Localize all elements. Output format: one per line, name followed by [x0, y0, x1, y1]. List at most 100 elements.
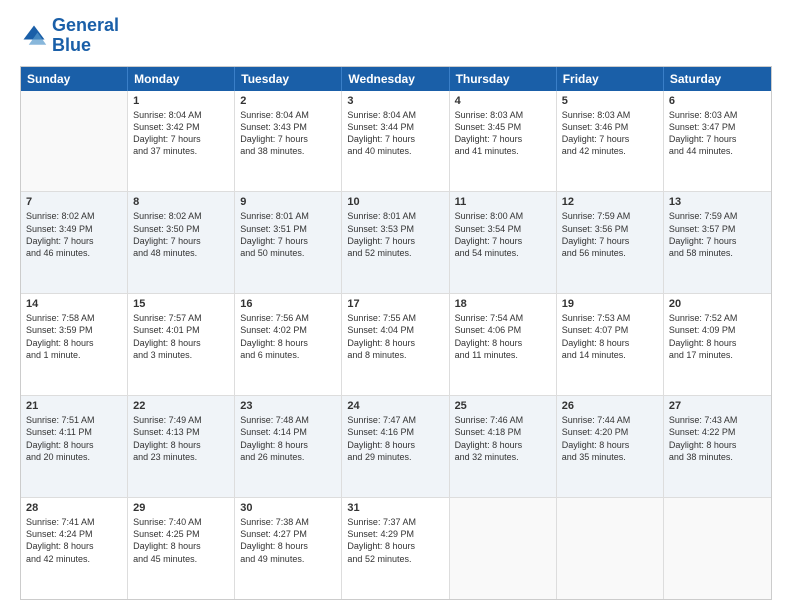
- cal-cell: 2Sunrise: 8:04 AMSunset: 3:43 PMDaylight…: [235, 91, 342, 192]
- cal-cell: 5Sunrise: 8:03 AMSunset: 3:46 PMDaylight…: [557, 91, 664, 192]
- cell-line: Daylight: 8 hours: [669, 337, 766, 349]
- cell-line: and 58 minutes.: [669, 247, 766, 259]
- cell-line: Sunrise: 7:53 AM: [562, 312, 658, 324]
- cell-line: and 42 minutes.: [562, 145, 658, 157]
- cell-line: and 1 minute.: [26, 349, 122, 361]
- day-number: 22: [133, 400, 229, 412]
- cell-line: and 48 minutes.: [133, 247, 229, 259]
- cal-cell: [450, 498, 557, 599]
- cell-line: Daylight: 8 hours: [240, 337, 336, 349]
- cell-line: Daylight: 7 hours: [347, 235, 443, 247]
- day-number: 24: [347, 400, 443, 412]
- cal-header-monday: Monday: [128, 67, 235, 91]
- day-number: 11: [455, 196, 551, 208]
- cell-line: Sunrise: 7:38 AM: [240, 516, 336, 528]
- cell-line: and 6 minutes.: [240, 349, 336, 361]
- logo-text: General Blue: [52, 16, 119, 56]
- cell-line: Daylight: 8 hours: [133, 337, 229, 349]
- day-number: 5: [562, 95, 658, 107]
- cell-line: Sunset: 4:24 PM: [26, 528, 122, 540]
- day-number: 12: [562, 196, 658, 208]
- cell-line: Sunrise: 7:54 AM: [455, 312, 551, 324]
- cell-line: Daylight: 8 hours: [26, 439, 122, 451]
- day-number: 28: [26, 502, 122, 514]
- cell-line: and 14 minutes.: [562, 349, 658, 361]
- cell-line: and 11 minutes.: [455, 349, 551, 361]
- cell-line: Sunrise: 7:57 AM: [133, 312, 229, 324]
- day-number: 4: [455, 95, 551, 107]
- day-number: 29: [133, 502, 229, 514]
- cell-line: Sunset: 3:53 PM: [347, 223, 443, 235]
- cal-cell: 11 Sunrise: 8:00 AMSunset: 3:54 PMDayligh…: [450, 192, 557, 293]
- cal-row-2: 14Sunrise: 7:58 AMSunset: 3:59 PMDayligh…: [21, 294, 771, 396]
- cell-line: Sunrise: 8:03 AM: [562, 109, 658, 121]
- cell-line: and 38 minutes.: [240, 145, 336, 157]
- cell-line: Sunrise: 8:00 AM: [455, 210, 551, 222]
- cell-line: and 45 minutes.: [133, 553, 229, 565]
- cal-cell: 27Sunrise: 7:43 AMSunset: 4:22 PMDayligh…: [664, 396, 771, 497]
- cell-line: Sunrise: 8:03 AM: [455, 109, 551, 121]
- cell-line: Daylight: 8 hours: [455, 337, 551, 349]
- cell-line: Sunset: 4:18 PM: [455, 426, 551, 438]
- cell-line: Sunrise: 7:41 AM: [26, 516, 122, 528]
- cell-line: Sunrise: 7:43 AM: [669, 414, 766, 426]
- cell-line: and 23 minutes.: [133, 451, 229, 463]
- cell-line: Daylight: 8 hours: [562, 439, 658, 451]
- calendar-body: 1Sunrise: 8:04 AMSunset: 3:42 PMDaylight…: [21, 91, 771, 599]
- cell-line: Daylight: 8 hours: [562, 337, 658, 349]
- cell-line: Sunrise: 7:59 AM: [669, 210, 766, 222]
- cell-line: Sunrise: 8:01 AM: [240, 210, 336, 222]
- cell-line: and 17 minutes.: [669, 349, 766, 361]
- cal-cell: 30Sunrise: 7:38 AMSunset: 4:27 PMDayligh…: [235, 498, 342, 599]
- day-number: 7: [26, 196, 122, 208]
- calendar-header-row: SundayMondayTuesdayWednesdayThursdayFrid…: [21, 67, 771, 91]
- day-number: 31: [347, 502, 443, 514]
- cell-line: Sunset: 4:07 PM: [562, 324, 658, 336]
- cell-line: Sunrise: 7:46 AM: [455, 414, 551, 426]
- cal-cell: 6Sunrise: 8:03 AMSunset: 3:47 PMDaylight…: [664, 91, 771, 192]
- cell-line: and 54 minutes.: [455, 247, 551, 259]
- cell-line: Daylight: 8 hours: [669, 439, 766, 451]
- cal-cell: 8Sunrise: 8:02 AMSunset: 3:50 PMDaylight…: [128, 192, 235, 293]
- cell-line: and 40 minutes.: [347, 145, 443, 157]
- cell-line: and 52 minutes.: [347, 247, 443, 259]
- cell-line: Sunset: 3:54 PM: [455, 223, 551, 235]
- cell-line: Sunrise: 8:04 AM: [133, 109, 229, 121]
- cal-cell: 4Sunrise: 8:03 AMSunset: 3:45 PMDaylight…: [450, 91, 557, 192]
- day-number: 25: [455, 400, 551, 412]
- cell-line: Daylight: 8 hours: [240, 439, 336, 451]
- day-number: 2: [240, 95, 336, 107]
- cell-line: Sunrise: 7:47 AM: [347, 414, 443, 426]
- cell-line: Sunset: 4:16 PM: [347, 426, 443, 438]
- cell-line: and 52 minutes.: [347, 553, 443, 565]
- cell-line: and 50 minutes.: [240, 247, 336, 259]
- cell-line: Sunset: 3:50 PM: [133, 223, 229, 235]
- cell-line: Sunset: 3:59 PM: [26, 324, 122, 336]
- day-number: 1: [133, 95, 229, 107]
- cell-line: Daylight: 8 hours: [133, 540, 229, 552]
- cell-line: Sunset: 3:49 PM: [26, 223, 122, 235]
- cal-row-1: 7Sunrise: 8:02 AMSunset: 3:49 PMDaylight…: [21, 192, 771, 294]
- day-number: 18: [455, 298, 551, 310]
- day-number: 21: [26, 400, 122, 412]
- cal-cell: 12Sunrise: 7:59 AMSunset: 3:56 PMDayligh…: [557, 192, 664, 293]
- day-number: 15: [133, 298, 229, 310]
- logo-icon: [20, 22, 48, 50]
- cell-line: Sunrise: 7:56 AM: [240, 312, 336, 324]
- day-number: 20: [669, 298, 766, 310]
- cal-cell: 17Sunrise: 7:55 AMSunset: 4:04 PMDayligh…: [342, 294, 449, 395]
- cell-line: Sunset: 3:56 PM: [562, 223, 658, 235]
- calendar: SundayMondayTuesdayWednesdayThursdayFrid…: [20, 66, 772, 600]
- cell-line: and 44 minutes.: [669, 145, 766, 157]
- cell-line: Sunset: 3:57 PM: [669, 223, 766, 235]
- day-number: 19: [562, 298, 658, 310]
- cell-line: Sunrise: 7:44 AM: [562, 414, 658, 426]
- day-number: 6: [669, 95, 766, 107]
- cell-line: Sunrise: 7:59 AM: [562, 210, 658, 222]
- cal-cell: 3Sunrise: 8:04 AMSunset: 3:44 PMDaylight…: [342, 91, 449, 192]
- cell-line: Daylight: 7 hours: [455, 235, 551, 247]
- cal-cell: [557, 498, 664, 599]
- cell-line: Sunset: 4:29 PM: [347, 528, 443, 540]
- day-number: 30: [240, 502, 336, 514]
- cal-cell: [664, 498, 771, 599]
